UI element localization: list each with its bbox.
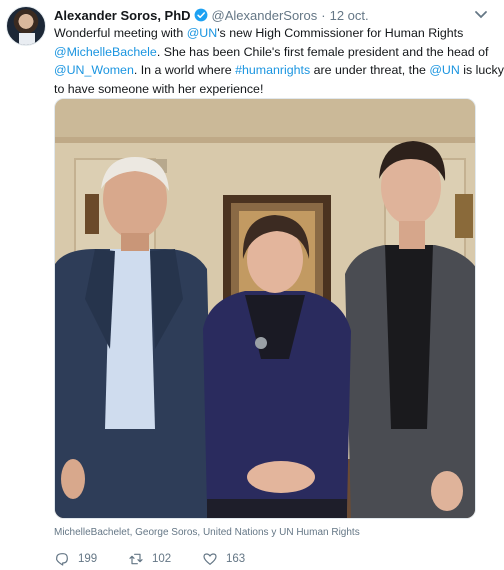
reply-count: 199: [78, 553, 98, 565]
retweet-count: 102: [152, 553, 172, 565]
tweet-text-segment: are under threat, the: [310, 63, 430, 77]
reply-button[interactable]: 199: [54, 551, 128, 567]
tweet: Alexander Soros, PhD @AlexanderSoros · 1…: [0, 0, 504, 570]
tweet-text-segment: is lucky: [459, 63, 504, 77]
tweet-text-segment: . In a world where: [133, 63, 236, 77]
avatar[interactable]: [6, 6, 46, 46]
retweet-icon: [129, 553, 143, 565]
author-name[interactable]: Alexander Soros, PhD: [54, 8, 191, 23]
reply-icon: [56, 553, 68, 566]
tweet-text-line: @UN_Women. In a world where #humanrights…: [54, 61, 504, 80]
tweet-text-line: @MichelleBachele. She has been Chile's f…: [54, 43, 488, 62]
tweet-text-line: Wonderful meeting with @UN's new High Co…: [54, 24, 484, 43]
photo-image: [55, 99, 475, 518]
separator-dot: ·: [321, 7, 326, 23]
mention-link[interactable]: @UN_Women: [54, 63, 134, 77]
tweet-date[interactable]: 12 oct.: [330, 8, 369, 23]
author-handle[interactable]: @AlexanderSoros: [212, 8, 318, 23]
mention-link[interactable]: @UN: [187, 26, 217, 40]
mention-link[interactable]: @MichelleBachele: [54, 45, 157, 59]
mention-link[interactable]: @UN: [429, 63, 459, 77]
verified-badge-icon: [194, 8, 207, 22]
retweet-button[interactable]: 102: [128, 551, 202, 567]
hashtag-link[interactable]: #humanrights: [235, 63, 310, 77]
like-count: 163: [226, 553, 246, 565]
chevron-down-icon[interactable]: [474, 10, 488, 20]
tweet-text-segment: 's new High Commissioner for Human Right…: [217, 26, 464, 40]
tweet-text: Wonderful meeting with @UN's new High Co…: [54, 24, 504, 99]
tweet-header: Alexander Soros, PhD @AlexanderSoros · 1…: [54, 6, 369, 24]
like-icon: [203, 553, 217, 565]
tweet-text-segment: . She has been Chile's first female pres…: [156, 44, 489, 59]
photo-tags[interactable]: MichelleBachelet, George Soros, United N…: [54, 527, 360, 538]
like-button[interactable]: 163: [202, 551, 276, 567]
tweet-text-segment: to have someone with her experience!: [54, 81, 264, 96]
tweet-text-segment: Wonderful meeting with: [54, 26, 187, 40]
tweet-text-line: to have someone with her experience!: [54, 80, 484, 99]
tweet-actions: 199 102 163: [54, 550, 276, 568]
tweet-photo[interactable]: [54, 98, 476, 519]
